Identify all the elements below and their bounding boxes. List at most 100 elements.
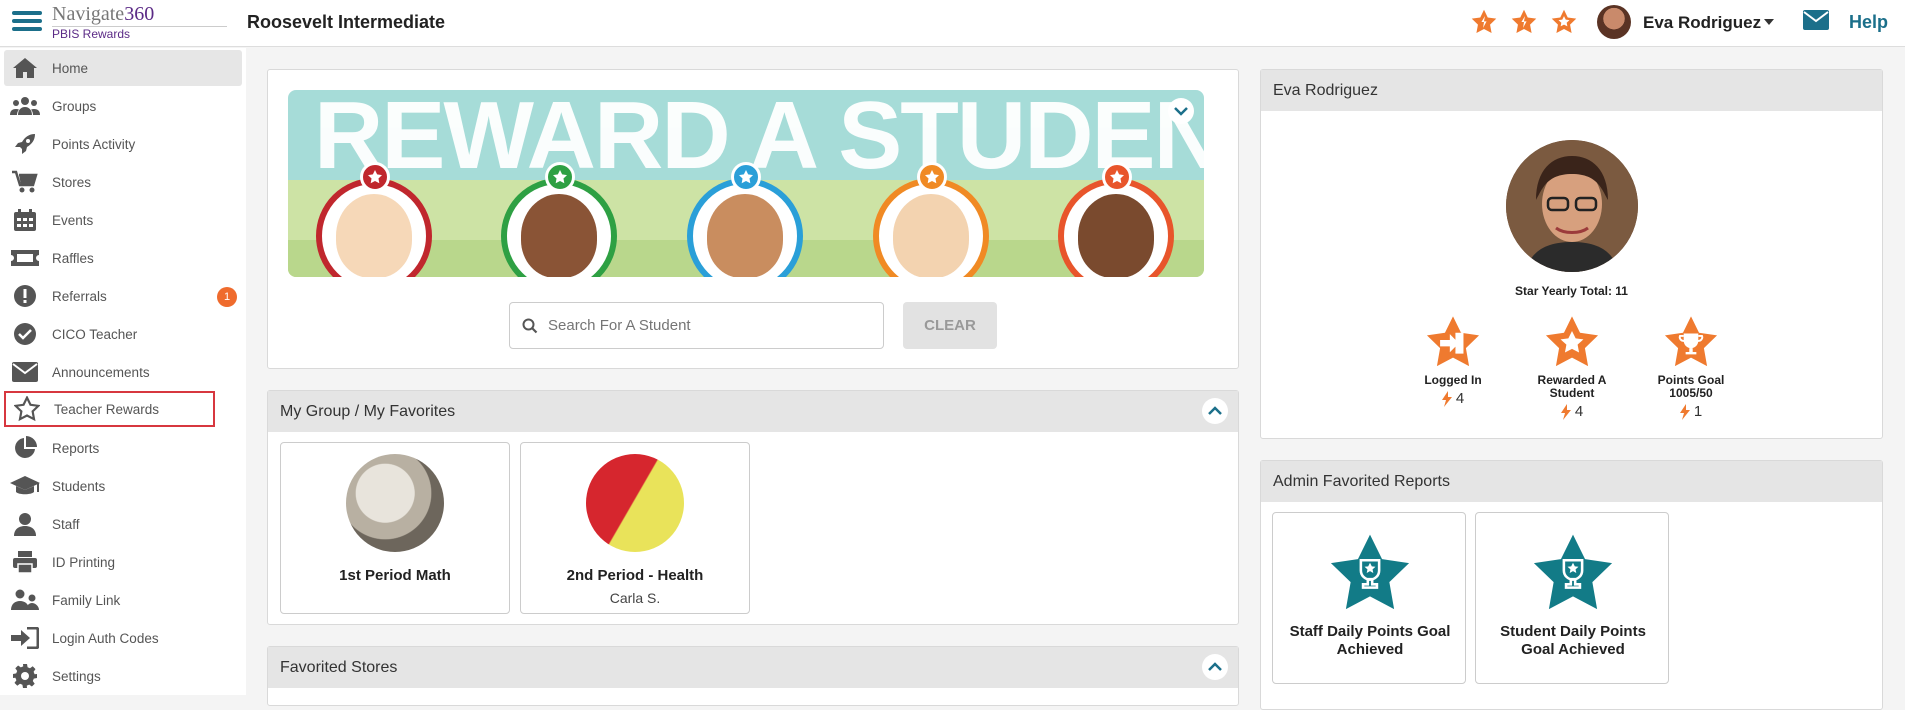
- badge-count-value: 1: [1693, 403, 1703, 420]
- sidebar-item-reports[interactable]: Reports: [4, 430, 242, 466]
- report-card-staff-daily-points[interactable]: Staff Daily Points Goal Achieved: [1272, 512, 1466, 684]
- student-avatar-orange: [873, 162, 989, 277]
- gear-icon: [10, 664, 40, 688]
- group-teacher: Carla S.: [609, 590, 661, 606]
- sidebar-item-label: Settings: [52, 668, 101, 684]
- clear-button[interactable]: CLEAR: [903, 302, 997, 349]
- sidebar-item-groups[interactable]: Groups: [4, 88, 242, 124]
- rocket-icon: [10, 132, 40, 156]
- student-search-input[interactable]: [548, 317, 848, 334]
- sidebar-item-id-printing[interactable]: ID Printing: [4, 544, 242, 580]
- sidebar-item-family-link[interactable]: Family Link: [4, 582, 242, 618]
- group-image: [346, 454, 444, 552]
- badge-label: Rewarded A Student: [1537, 373, 1607, 400]
- user-avatar[interactable]: [1597, 5, 1631, 39]
- sidebar-item-login-auth-codes[interactable]: Login Auth Codes: [4, 620, 242, 656]
- star-icon[interactable]: [1550, 8, 1578, 36]
- group-image: [586, 454, 684, 552]
- sidebar-item-home[interactable]: Home: [4, 50, 242, 86]
- reports-panel-title: Admin Favorited Reports: [1273, 472, 1450, 490]
- sidebar: Home Groups Points Activity Stores Event…: [0, 48, 246, 695]
- sidebar-item-staff[interactable]: Staff: [4, 506, 242, 542]
- chevron-down-icon[interactable]: [1168, 98, 1194, 124]
- report-title: Student Daily Points Goal Achieved: [1500, 623, 1646, 658]
- badge-label: Points Goal 1005/50: [1657, 373, 1725, 400]
- student-avatar-green: [501, 162, 617, 277]
- sidebar-item-label: Events: [52, 212, 94, 228]
- sidebar-item-announcements[interactable]: Announcements: [4, 354, 242, 390]
- sidebar-item-settings[interactable]: Settings: [4, 658, 242, 694]
- star-icon[interactable]: [1510, 8, 1538, 36]
- chevron-up-icon[interactable]: [1202, 654, 1228, 680]
- sidebar-item-label: Stores: [52, 174, 92, 190]
- report-card-student-daily-points[interactable]: Student Daily Points Goal Achieved: [1475, 512, 1669, 684]
- sidebar-item-label: Family Link: [52, 592, 121, 608]
- sidebar-item-referrals[interactable]: Referrals 1: [4, 278, 242, 314]
- sidebar-item-points-activity[interactable]: Points Activity: [4, 126, 242, 162]
- star-icon: [731, 162, 761, 192]
- chevron-down-icon[interactable]: [1764, 19, 1774, 25]
- star-icon: [360, 162, 390, 192]
- badge-count: 4: [1522, 403, 1622, 420]
- stores-panel-title: Favorited Stores: [280, 658, 398, 676]
- group-title: 2nd Period - Health: [566, 567, 704, 584]
- student-avatar-blue: [687, 162, 803, 277]
- sidebar-item-label: Students: [52, 478, 106, 494]
- sidebar-item-label: Points Activity: [52, 136, 136, 152]
- sidebar-item-label: ID Printing: [52, 554, 116, 570]
- help-link[interactable]: Help: [1849, 12, 1888, 33]
- ticket-icon: [10, 248, 40, 268]
- sidebar-item-events[interactable]: Events: [4, 202, 242, 238]
- sidebar-item-label: Reports: [52, 440, 100, 456]
- star-icon: [917, 162, 947, 192]
- sidebar-item-cico-teacher[interactable]: CICO Teacher: [4, 316, 242, 352]
- home-icon: [10, 57, 40, 79]
- referrals-count-badge: 1: [217, 287, 237, 307]
- user-name[interactable]: Eva Rodriguez: [1643, 13, 1761, 33]
- badge-rewarded-a-student[interactable]: Rewarded A Student 4: [1522, 314, 1622, 420]
- student-avatar-red: [316, 162, 432, 277]
- bolt-icon: [1560, 403, 1571, 420]
- brand-name: Navigate: [52, 3, 125, 25]
- brand-logo[interactable]: Navigate360 PBIS Rewards: [52, 2, 227, 41]
- student-avatar-coral: [1058, 162, 1174, 277]
- reward-banner[interactable]: REWARD A STUDENT: [288, 90, 1204, 277]
- sidebar-item-raffles[interactable]: Raffles: [4, 240, 242, 276]
- reward-panel: REWARD A STUDENT CLEAR: [267, 69, 1239, 369]
- badge-count-value: 4: [1455, 390, 1465, 407]
- pie-chart-icon: [10, 436, 40, 460]
- sidebar-item-teacher-rewards[interactable]: Teacher Rewards: [4, 391, 215, 427]
- group-card-1st-period-math[interactable]: 1st Period Math: [280, 442, 510, 614]
- mail-icon[interactable]: [1803, 10, 1829, 30]
- group-card-2nd-period-health[interactable]: 2nd Period - Health Carla S.: [520, 442, 750, 614]
- login-icon: [10, 627, 40, 649]
- profile-photo: [1506, 140, 1638, 272]
- sidebar-item-students[interactable]: Students: [4, 468, 242, 504]
- badge-logged-in[interactable]: Logged In 4: [1403, 314, 1503, 407]
- bolt-icon: [1441, 390, 1452, 407]
- star-icon: [545, 162, 575, 192]
- brand-number: 360: [124, 3, 155, 25]
- chevron-up-icon[interactable]: [1202, 398, 1228, 424]
- reports-panel-header: Admin Favorited Reports: [1261, 461, 1882, 502]
- badge-points-goal[interactable]: Points Goal 1005/50 1: [1641, 314, 1741, 420]
- trophy-star-icon: [1325, 531, 1415, 615]
- star-icon: [1102, 162, 1132, 192]
- sidebar-item-stores[interactable]: Stores: [4, 164, 242, 200]
- groups-icon: [10, 96, 40, 116]
- student-search[interactable]: [509, 302, 884, 349]
- profile-panel-header: Eva Rodriguez: [1261, 70, 1882, 111]
- stores-panel-header: Favorited Stores: [268, 647, 1238, 688]
- star-yearly-total: Star Yearly Total: 11: [1515, 284, 1628, 298]
- menu-icon[interactable]: [12, 7, 42, 37]
- family-icon: [10, 589, 40, 611]
- star-indicators: [1470, 8, 1578, 36]
- check-circle-icon: [10, 322, 40, 346]
- person-icon: [10, 512, 40, 536]
- trophy-star-icon: [1528, 531, 1618, 615]
- sidebar-item-label: Announcements: [52, 364, 150, 380]
- sidebar-item-label: Home: [52, 60, 89, 76]
- sidebar-item-label: Staff: [52, 516, 80, 532]
- printer-icon: [10, 551, 40, 573]
- star-icon[interactable]: [1470, 8, 1498, 36]
